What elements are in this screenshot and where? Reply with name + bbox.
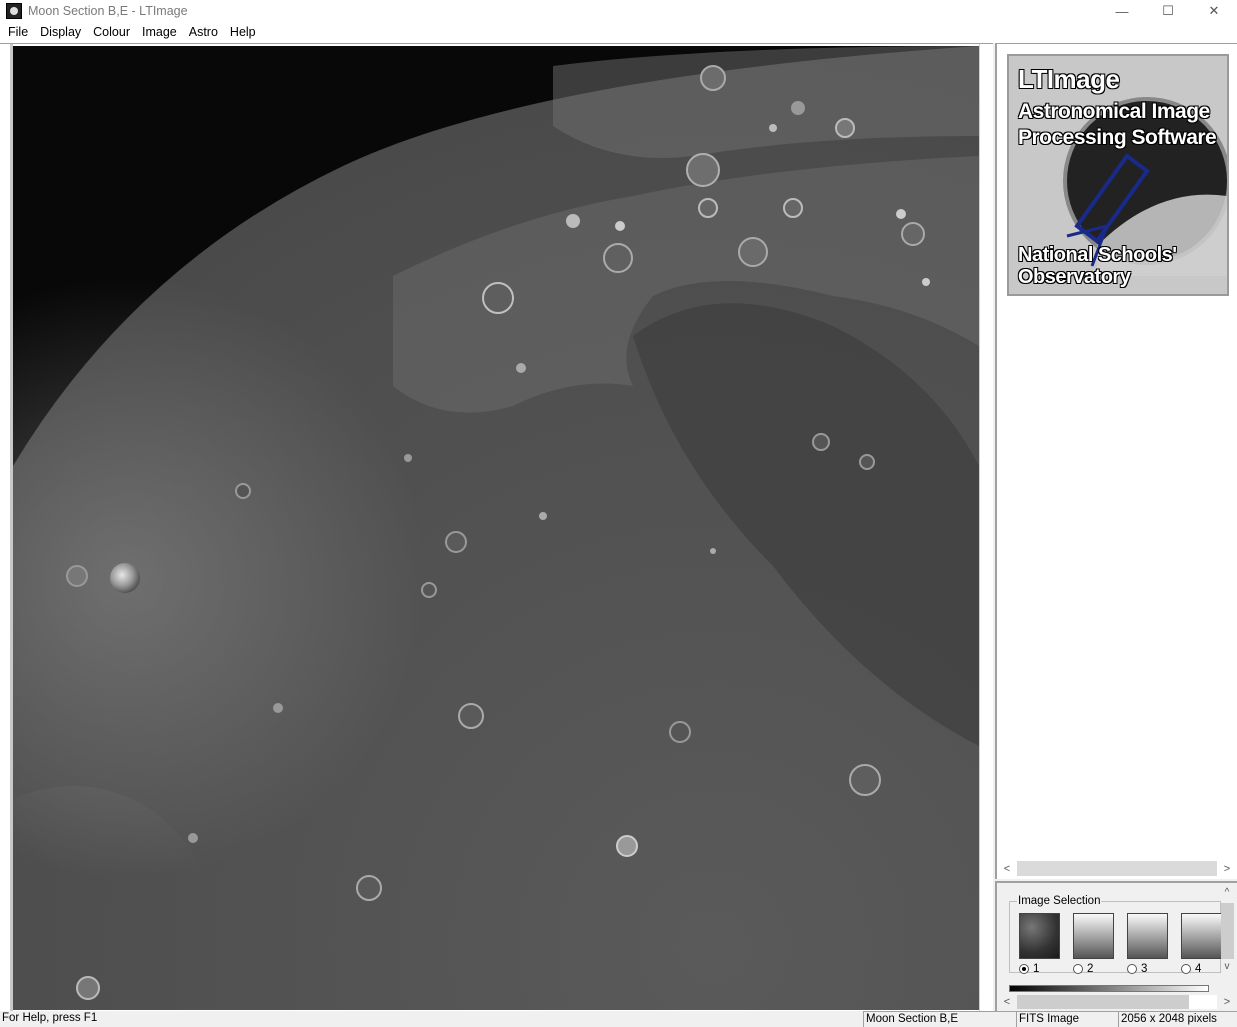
ltimage-logo: LTImage Astronomical Image Processing So… <box>1007 54 1229 296</box>
radio-label: 2 <box>1087 963 1094 975</box>
menu-help[interactable]: Help <box>224 22 262 43</box>
close-button[interactable]: ✕ <box>1191 0 1237 22</box>
thumbnail-image-4[interactable] <box>1181 913 1222 959</box>
menu-bar: File Display Colour Image Astro Help <box>0 22 1237 43</box>
thumbnail-image-2[interactable] <box>1073 913 1114 959</box>
moon-surface-image <box>13 46 979 1010</box>
thumbnail-slot-1[interactable]: 1 <box>1019 913 1062 975</box>
radio-icon[interactable] <box>1127 964 1137 974</box>
menu-file[interactable]: File <box>2 22 34 43</box>
side-panel: LTImage Astronomical Image Processing So… <box>995 43 1237 879</box>
scroll-down-icon[interactable]: v <box>1219 961 1235 975</box>
moon-image[interactable] <box>13 46 979 1010</box>
logo-title: LTImage <box>1018 64 1120 94</box>
thumbnail-image-1[interactable] <box>1019 913 1060 959</box>
selection-horizontal-scrollbar[interactable]: < > <box>999 993 1235 1010</box>
thumbnail-slot-3[interactable]: 3 <box>1127 913 1170 975</box>
radio-icon[interactable] <box>1181 964 1191 974</box>
window-controls: — ☐ ✕ <box>1099 0 1237 22</box>
status-image-type: FITS Image <box>1016 1011 1118 1027</box>
logo-subtitle-2: Processing Software <box>1018 126 1217 149</box>
radio-label: 1 <box>1033 963 1040 975</box>
app-icon[interactable] <box>6 3 22 19</box>
thumbnail-radio-1[interactable]: 1 <box>1019 963 1062 975</box>
image-view-divider[interactable] <box>979 44 993 1011</box>
thumbnail-radio-3[interactable]: 3 <box>1127 963 1170 975</box>
scroll-left-icon[interactable]: < <box>999 863 1015 875</box>
logo-org-2: Observatory <box>1018 266 1131 288</box>
menu-image[interactable]: Image <box>136 22 183 43</box>
status-image-name: Moon Section B,E <box>863 1011 1016 1027</box>
scroll-track[interactable] <box>1017 994 1217 1009</box>
ltimage-window: Moon Section B,E - LTImage — ☐ ✕ File Di… <box>0 0 1237 1027</box>
menu-colour[interactable]: Colour <box>87 22 136 43</box>
radio-label: 4 <box>1195 963 1202 975</box>
menu-astro[interactable]: Astro <box>183 22 224 43</box>
scroll-left-icon[interactable]: < <box>999 996 1015 1008</box>
radio-label: 3 <box>1141 963 1148 975</box>
status-bar: For Help, press F1 Moon Section B,E FITS… <box>0 1011 1237 1027</box>
scroll-up-icon[interactable]: ^ <box>1219 887 1235 901</box>
thumbnail-radio-2[interactable]: 2 <box>1073 963 1116 975</box>
image-selection-panel: Image Selection 1 2 3 4 ^ v < > <box>995 881 1237 1011</box>
logo-subtitle-1: Astronomical Image <box>1018 100 1210 123</box>
thumbnail-slot-4[interactable]: 4 <box>1181 913 1224 975</box>
scroll-right-icon[interactable]: > <box>1219 996 1235 1008</box>
thumbnail-image-3[interactable] <box>1127 913 1168 959</box>
image-view[interactable] <box>0 43 993 1011</box>
radio-icon[interactable] <box>1019 964 1029 974</box>
image-thumbnails: 1 2 3 4 <box>1019 913 1224 975</box>
title-bar: Moon Section B,E - LTImage — ☐ ✕ <box>0 0 1237 22</box>
minimize-button[interactable]: — <box>1099 0 1145 22</box>
status-help-text: For Help, press F1 <box>2 1012 98 1024</box>
thumbnail-radio-4[interactable]: 4 <box>1181 963 1224 975</box>
selection-vertical-scrollbar[interactable]: ^ v <box>1219 887 1235 987</box>
scroll-track[interactable] <box>1017 861 1217 876</box>
image-selection-label: Image Selection <box>1017 895 1102 907</box>
maximize-button[interactable]: ☐ <box>1145 0 1191 22</box>
status-dimensions: 2056 x 2048 pixels <box>1118 1011 1237 1027</box>
scroll-right-icon[interactable]: > <box>1219 863 1235 875</box>
logo-org-1: National Schools' <box>1018 244 1177 266</box>
horizontal-scroll-thumb[interactable] <box>1017 994 1189 1009</box>
thumbnail-slot-2[interactable]: 2 <box>1073 913 1116 975</box>
vertical-scroll-thumb[interactable] <box>1220 903 1234 959</box>
radio-icon[interactable] <box>1073 964 1083 974</box>
greyscale-gradient-bar <box>1009 985 1209 992</box>
window-title: Moon Section B,E - LTImage <box>28 4 188 18</box>
menu-display[interactable]: Display <box>34 22 87 43</box>
side-panel-scrollbar[interactable]: < > <box>999 860 1235 877</box>
